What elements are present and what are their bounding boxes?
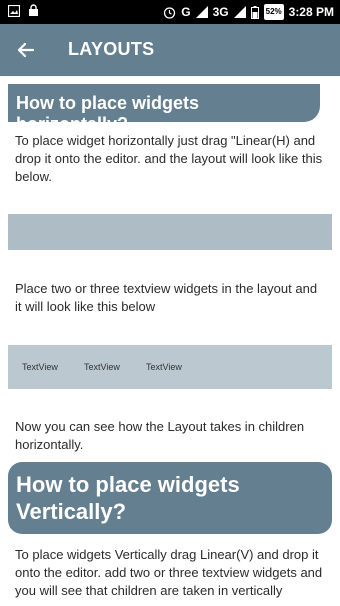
status-time: 3:28 PM	[288, 5, 334, 19]
textview-label: TextView	[22, 362, 58, 372]
battery-icon	[250, 5, 259, 19]
textview-label: TextView	[84, 362, 120, 372]
section-heading-horizontal: How to place widgets horizontally?	[8, 84, 320, 134]
horizontal-layout-preview	[8, 214, 332, 250]
arrow-left-icon	[17, 42, 35, 58]
page-title: LAYOUTS	[68, 39, 155, 59]
status-right-icons: G 3G 52% 3:28 PM	[163, 4, 334, 20]
lock-notification-icon	[29, 4, 38, 16]
section-paragraph-vertical: To place widgets Vertically drag Linear(…	[15, 547, 323, 598]
signal-type-label: G	[181, 5, 191, 19]
status-bar: G 3G 52% 3:28 PM	[0, 0, 340, 24]
alarm-icon	[164, 6, 176, 19]
status-left-icons	[8, 4, 39, 17]
main-content: How to place widgets horizontally? To pl…	[0, 76, 340, 606]
textview-label: TextView	[146, 362, 182, 372]
image-notification-icon	[8, 4, 20, 17]
signal-2-icon	[233, 6, 246, 18]
section-heading-vertical: How to place widgets Vertically?	[8, 462, 332, 534]
battery-percent: 52%	[263, 4, 284, 20]
section-paragraph-textviews: Place two or three textview widgets in t…	[15, 281, 318, 314]
app-bar: LAYOUTS	[0, 24, 340, 76]
back-button[interactable]	[10, 34, 42, 66]
section-paragraph-horizontal: To place widget horizontally just drag "…	[15, 133, 323, 184]
signal-icon	[195, 6, 208, 18]
section-paragraph-summary: Now you can see how the Layout takes in …	[15, 419, 305, 452]
network-type-label: 3G	[212, 5, 229, 19]
